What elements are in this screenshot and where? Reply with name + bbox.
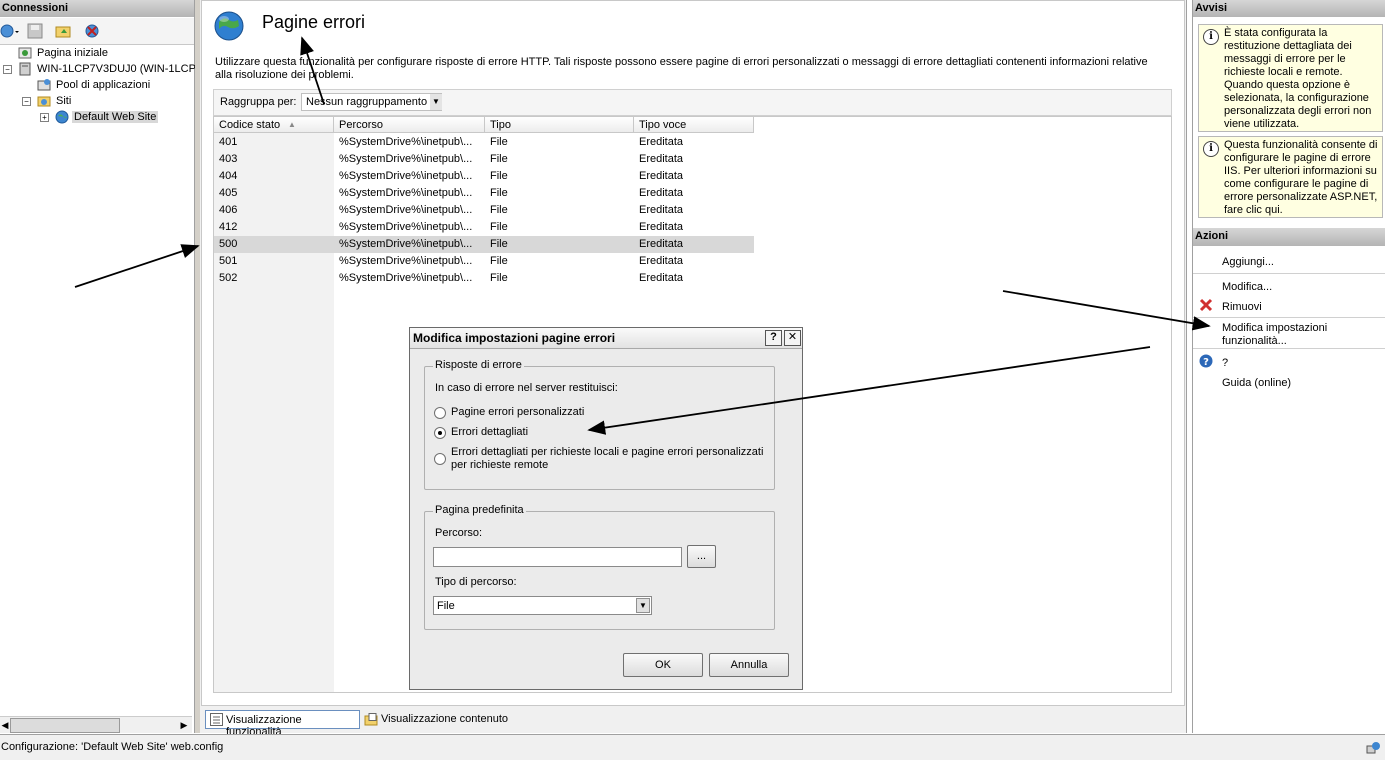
arrow-to-tree (74, 244, 200, 288)
arrow-to-title (300, 36, 325, 105)
arrow-to-action (1002, 290, 1211, 331)
annotation-arrows (74, 36, 1211, 435)
arrow-to-option (587, 346, 1151, 435)
